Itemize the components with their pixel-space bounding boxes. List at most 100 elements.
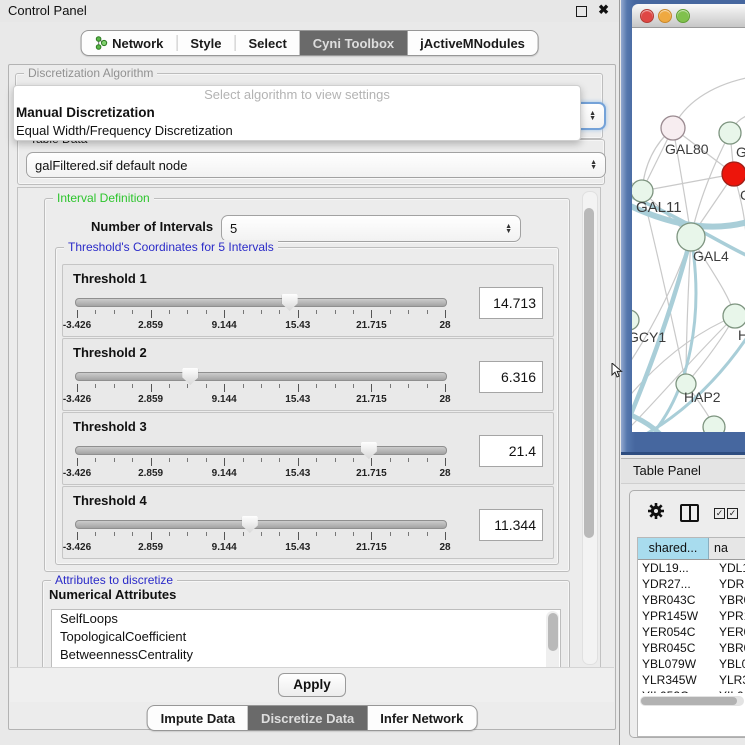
dropdown-option-manual[interactable]: Manual Discretization — [14, 104, 580, 122]
threshold-slider[interactable]: -3.4262.8599.14415.4321.71528 — [75, 439, 447, 481]
threshold-value-field[interactable]: 11.344 — [479, 509, 543, 541]
float-window-icon[interactable] — [576, 6, 587, 17]
network-canvas[interactable]: GAL80GACGAL11GAL4GCY1HHAP2 — [632, 28, 745, 432]
settings-scroll-panel: Interval Definition Number of Intervals … — [17, 187, 601, 669]
control-panel-titlebar: Control Panel ✖ — [0, 0, 619, 22]
gear-icon[interactable] — [646, 501, 666, 521]
tick-label: 9.144 — [212, 394, 237, 405]
table-row[interactable]: YER054CYER0 — [638, 624, 745, 640]
dropdown-placeholder-item[interactable]: Select algorithm to view settings — [14, 86, 580, 104]
table-data-value: galFiltered.sif default node — [35, 158, 187, 173]
numerical-attributes-label: Numerical Attributes — [49, 587, 176, 602]
cell-name: YPR1 — [712, 608, 745, 624]
panel-scrollbar[interactable] — [582, 191, 598, 665]
combo-arrows-icon: ▲▼ — [590, 160, 597, 170]
tab-style[interactable]: Style — [177, 31, 234, 55]
list-item[interactable]: BetweennessCentrality — [52, 646, 560, 664]
panel-scrollbar-thumb[interactable] — [584, 208, 594, 538]
list-item[interactable]: TopologicalCoefficient — [52, 628, 560, 646]
threshold-value-field[interactable]: 21.4 — [479, 435, 543, 467]
dropdown-option-equal-width[interactable]: Equal Width/Frequency Discretization — [14, 122, 580, 140]
network-node[interactable] — [677, 223, 705, 251]
tick-scale — [77, 384, 445, 393]
slider-track[interactable] — [75, 520, 447, 529]
network-node[interactable] — [723, 304, 745, 328]
table-horizontal-scrollbar[interactable] — [640, 696, 744, 706]
network-node[interactable] — [632, 310, 639, 330]
bottom-tab-infer-network[interactable]: Infer Network — [367, 706, 476, 730]
slider-thumb[interactable] — [282, 294, 298, 311]
minimize-traffic-light-icon[interactable] — [658, 9, 672, 23]
table-row[interactable]: YIL052CYIL0 — [638, 688, 745, 693]
table-row[interactable]: YDL19...YDL1 — [638, 560, 745, 576]
list-item[interactable]: SelfLoops — [52, 610, 560, 628]
tick-labels: -3.4262.8599.14415.4321.71528 — [77, 394, 445, 406]
threshold-slider[interactable]: -3.4262.8599.14415.4321.71528 — [75, 513, 447, 555]
slider-track[interactable] — [75, 372, 447, 381]
slider-track[interactable] — [75, 446, 447, 455]
list-scrollbar[interactable] — [546, 611, 559, 669]
tick-label: 15.43 — [285, 542, 310, 553]
cell-shared-name: YER054C — [638, 624, 712, 640]
table-row[interactable]: YBR045CYBR0 — [638, 640, 745, 656]
table-data-combobox[interactable]: galFiltered.sif default node ▲▼ — [26, 152, 606, 178]
slider-track[interactable] — [75, 298, 447, 307]
interval-group-title: Interval Definition — [53, 191, 154, 205]
columns-icon[interactable] — [680, 504, 699, 522]
column-header-name[interactable]: na — [709, 538, 745, 559]
apply-row: Apply — [10, 667, 614, 702]
tab-label: Style — [190, 36, 221, 51]
threshold-value-field[interactable]: 14.713 — [479, 287, 543, 319]
checkbox-icon[interactable]: ✓ — [727, 508, 738, 519]
slider-thumb[interactable] — [361, 442, 377, 459]
table-hscrollbar-thumb[interactable] — [641, 697, 737, 705]
numerical-attributes-list[interactable]: SelfLoopsTopologicalCoefficientBetweenne… — [51, 609, 561, 669]
zoom-traffic-light-icon[interactable] — [676, 9, 690, 23]
network-window-titlebar[interactable] — [632, 4, 745, 28]
tab-select[interactable]: Select — [235, 31, 299, 55]
tick-labels: -3.4262.8599.14415.4321.71528 — [77, 320, 445, 332]
table-row[interactable]: YBL079WYBL0 — [638, 656, 745, 672]
threshold-label: Threshold 4 — [73, 493, 147, 508]
close-traffic-light-icon[interactable] — [640, 9, 654, 23]
algorithm-dropdown-popup: Select algorithm to view settings Manual… — [13, 85, 581, 141]
column-header-shared-name[interactable]: shared... — [638, 538, 709, 559]
network-edge[interactable] — [673, 78, 745, 128]
close-icon[interactable]: ✖ — [598, 2, 609, 18]
tick-label: -3.426 — [63, 320, 91, 331]
network-node[interactable] — [722, 162, 745, 186]
table-panel: ✓ ✓ shared... na YDL19...YDL1YDR27...YDR… — [629, 490, 745, 738]
checkbox-icon[interactable]: ✓ — [714, 508, 725, 519]
num-intervals-spinner[interactable]: 5 ▲▼ — [221, 215, 521, 242]
bottom-tab-impute-data[interactable]: Impute Data — [148, 706, 248, 730]
network-node[interactable] — [703, 416, 725, 432]
slider-thumb[interactable] — [182, 368, 198, 385]
control-panel-window: Control Panel ✖ Network Style SelectCyni T… — [0, 0, 620, 745]
cell-shared-name: YBR043C — [638, 592, 712, 608]
table-row[interactable]: YLR345WYLR3 — [638, 672, 745, 688]
table-row[interactable]: YBR043CYBR0 — [638, 592, 745, 608]
threshold-slider[interactable]: -3.4262.8599.14415.4321.71528 — [75, 365, 447, 407]
cell-name: YBR0 — [712, 640, 745, 656]
network-edge[interactable] — [642, 174, 734, 191]
list-scrollbar-thumb[interactable] — [548, 613, 558, 651]
tab-cyni-toolbox[interactable]: Cyni Toolbox — [300, 31, 407, 55]
threshold-value-field[interactable]: 6.316 — [479, 361, 543, 393]
tab-network[interactable]: Network — [81, 31, 176, 55]
network-edge[interactable] — [632, 413, 660, 432]
bottom-tab-label: Impute Data — [161, 711, 235, 726]
slider-thumb[interactable] — [242, 516, 258, 533]
tab-jactivemnodules[interactable]: jActiveMNodules — [407, 31, 538, 55]
threshold-box: Threshold 1-3.4262.8599.14415.4321.71528… — [62, 264, 554, 337]
apply-button[interactable]: Apply — [278, 673, 346, 697]
network-node[interactable] — [661, 116, 685, 140]
table-row[interactable]: YPR145WYPR1 — [638, 608, 745, 624]
tick-scale — [77, 532, 445, 541]
tick-scale — [77, 458, 445, 467]
tick-labels: -3.4262.8599.14415.4321.71528 — [77, 468, 445, 480]
network-edge[interactable] — [632, 237, 691, 368]
threshold-slider[interactable]: -3.4262.8599.14415.4321.71528 — [75, 291, 447, 333]
network-node[interactable] — [719, 122, 741, 144]
bottom-tab-discretize-data[interactable]: Discretize Data — [248, 706, 367, 730]
table-row[interactable]: YDR27...YDR2 — [638, 576, 745, 592]
